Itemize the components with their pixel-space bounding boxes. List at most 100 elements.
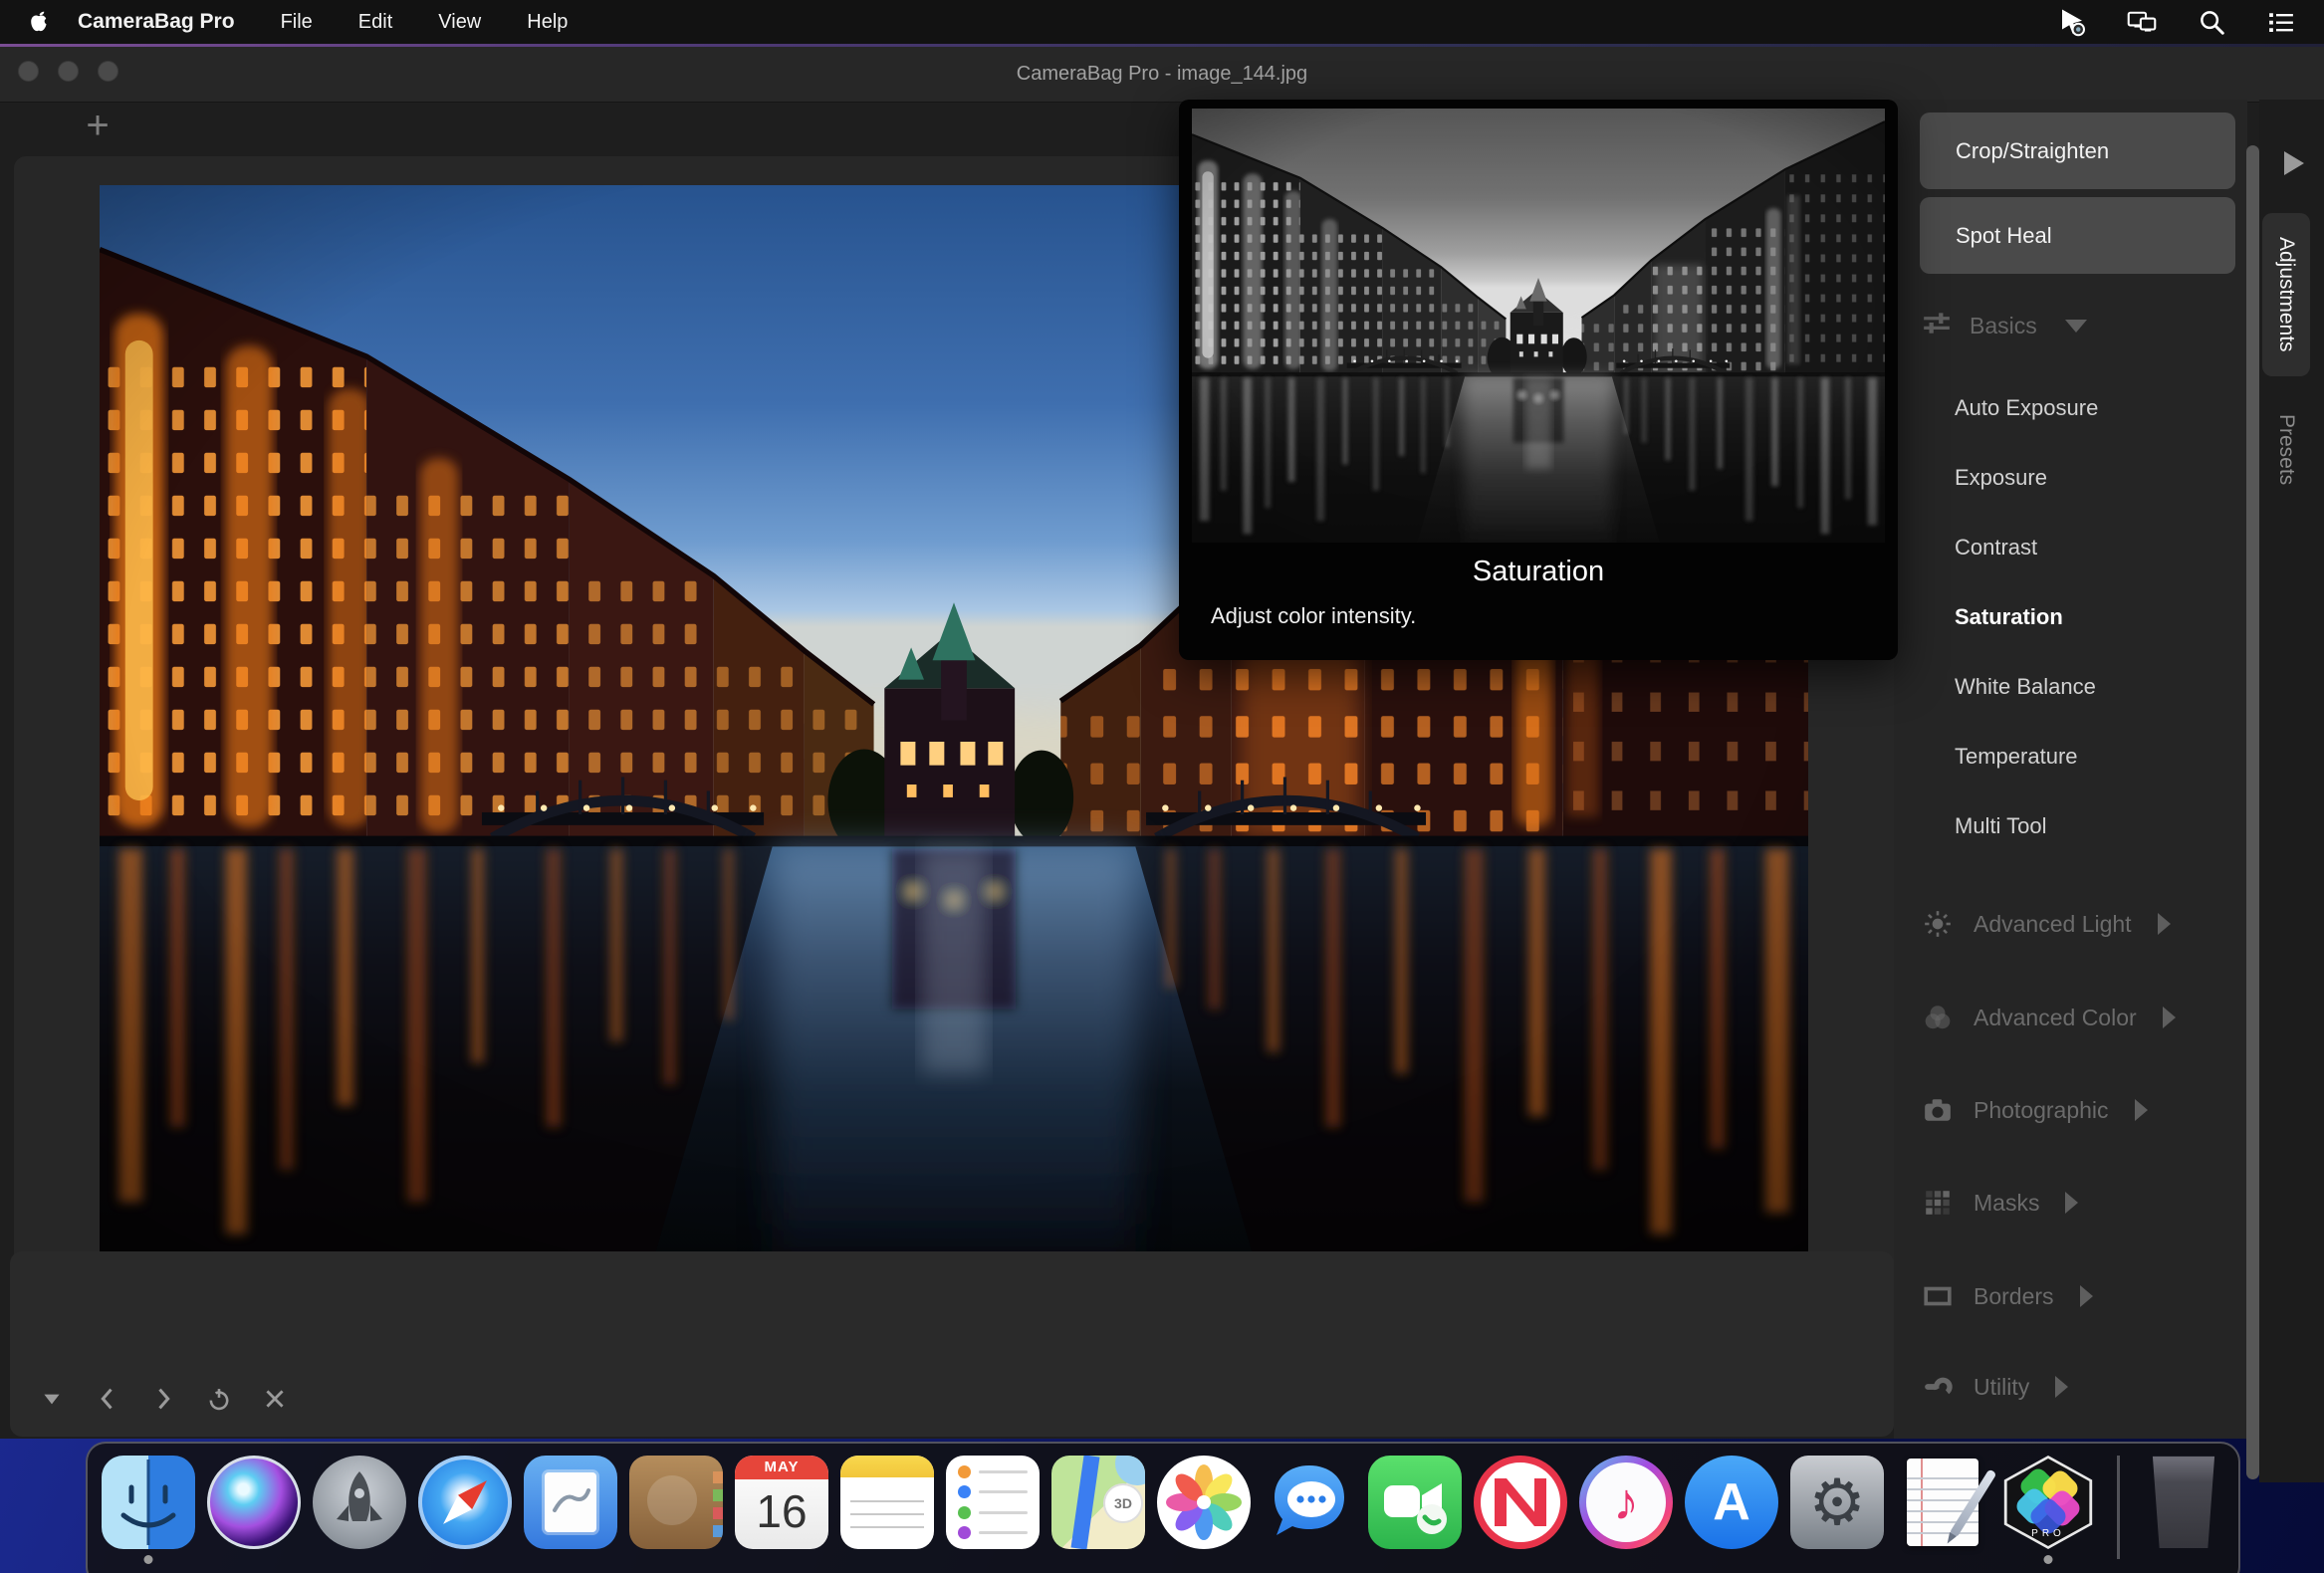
- screencast-cursor-icon[interactable]: [2057, 7, 2087, 37]
- saturation-preview-image: [1192, 109, 1885, 543]
- section-photographic[interactable]: Photographic: [1922, 1075, 2148, 1145]
- trash-icon: [2142, 1454, 2225, 1549]
- collapse-icon[interactable]: [36, 1383, 68, 1415]
- chevron-right-icon: [2079, 1285, 2093, 1307]
- adjustment-item-exposure[interactable]: Exposure: [1955, 443, 2047, 513]
- menu-bar: CameraBag Pro File Edit View Help: [0, 0, 2324, 44]
- camerabag-window: CameraBag Pro - image_144.jpg + Crop/Str…: [0, 44, 2324, 1482]
- chevron-right-icon: [2065, 1192, 2079, 1214]
- adjustments-sidebar: Crop/Straighten Spot Heal Basics Auto Ex: [1894, 100, 2247, 1439]
- maps-3d-badge: 3D: [1103, 1483, 1143, 1523]
- camerabag-pro-icon: PRO: [2001, 1456, 2095, 1549]
- section-advanced-light[interactable]: Advanced Light: [1922, 889, 2171, 959]
- dock-icon-textedit[interactable]: [1896, 1456, 1997, 1549]
- tab-adjustments[interactable]: Adjustments: [2262, 213, 2310, 376]
- checker-icon: [1922, 1187, 1954, 1219]
- apple-menu[interactable]: [26, 9, 52, 35]
- calendar-day: 16: [756, 1485, 808, 1537]
- dock-icon-siri[interactable]: [207, 1456, 301, 1549]
- tab-presets[interactable]: Presets: [2262, 394, 2310, 506]
- close-icon[interactable]: [259, 1383, 291, 1415]
- textedit-icon: [1896, 1456, 1997, 1549]
- dock-icon-music[interactable]: ♪: [1579, 1456, 1673, 1549]
- dock-icon-launchpad[interactable]: [313, 1456, 406, 1549]
- notes-icon: [840, 1456, 934, 1549]
- running-indicator: [143, 1555, 153, 1564]
- dock-icon-reminders[interactable]: [946, 1456, 1040, 1549]
- section-borders[interactable]: Borders: [1922, 1261, 2093, 1331]
- sun-icon: [1922, 908, 1954, 940]
- prev-icon[interactable]: [92, 1383, 123, 1415]
- reminders-icon: [946, 1456, 1040, 1549]
- menu-view[interactable]: View: [438, 11, 481, 34]
- window-title: CameraBag Pro - image_144.jpg: [1016, 63, 1308, 85]
- section-masks[interactable]: Masks: [1922, 1168, 2079, 1237]
- chevron-right-icon: [2134, 1099, 2148, 1121]
- dock-icon-safari[interactable]: [418, 1456, 512, 1549]
- dock-icon-system-preferences[interactable]: ⚙: [1790, 1456, 1884, 1549]
- adjustment-item-white-balance[interactable]: White Balance: [1955, 652, 2096, 722]
- dock-icon-trash[interactable]: [2142, 1456, 2235, 1549]
- add-image-button[interactable]: +: [76, 104, 119, 147]
- dock-icon-maps[interactable]: 3D: [1051, 1456, 1145, 1549]
- menu-app-name[interactable]: CameraBag Pro: [78, 10, 235, 34]
- dock-icon-notes[interactable]: [840, 1456, 934, 1549]
- dock-separator: [2117, 1456, 2120, 1559]
- contacts-icon: [629, 1456, 723, 1549]
- collapse-arrow-icon[interactable]: [2284, 151, 2304, 175]
- calendar-icon: MAY 16: [735, 1456, 828, 1549]
- dock-icon-facetime[interactable]: [1368, 1456, 1462, 1549]
- basics-section-header[interactable]: Basics: [1922, 296, 2087, 355]
- finder-icon: [102, 1456, 195, 1549]
- chevron-right-icon: [2162, 1007, 2176, 1028]
- sidebar-scrollbar[interactable]: [2246, 145, 2259, 1479]
- history-icon[interactable]: [203, 1383, 235, 1415]
- desktop: CameraBag Pro File Edit View Help Camera…: [0, 0, 2324, 1573]
- search-icon[interactable]: [2197, 7, 2226, 37]
- crop-straighten-button[interactable]: Crop/Straighten: [1920, 112, 2235, 189]
- adjustment-item-multi-tool[interactable]: Multi Tool: [1955, 791, 2047, 861]
- news-icon: [1474, 1456, 1567, 1549]
- dock-icon-camerabag-pro[interactable]: PRO: [2001, 1456, 2095, 1564]
- sliders-icon: [1922, 308, 1952, 343]
- messages-icon: [1263, 1456, 1356, 1549]
- spot-heal-label: Spot Heal: [1956, 222, 2052, 248]
- chevron-down-icon: [2064, 319, 2087, 333]
- menu-edit[interactable]: Edit: [358, 11, 392, 34]
- saturation-tooltip: Saturation Adjust color intensity.: [1179, 100, 1898, 660]
- music-icon: ♪: [1579, 1456, 1673, 1549]
- tooltip-description: Adjust color intensity.: [1211, 603, 1417, 628]
- title-bar[interactable]: CameraBag Pro - image_144.jpg: [0, 47, 2324, 103]
- list-icon[interactable]: [2266, 7, 2296, 37]
- camerabag-pro-badge: PRO: [2031, 1528, 2065, 1539]
- dock-icon-contacts[interactable]: [629, 1456, 723, 1549]
- maps-icon: 3D: [1051, 1456, 1145, 1549]
- menu-file[interactable]: File: [281, 11, 313, 34]
- adjustment-item-contrast[interactable]: Contrast: [1955, 513, 2037, 582]
- section-advanced-color[interactable]: Advanced Color: [1922, 983, 2176, 1052]
- dock-icon-news[interactable]: [1474, 1456, 1567, 1549]
- app-store-icon: A: [1685, 1456, 1778, 1549]
- dock-icon-calendar[interactable]: MAY 16: [735, 1456, 828, 1549]
- dock-icon-finder[interactable]: [102, 1456, 195, 1564]
- displays-icon[interactable]: [2127, 7, 2157, 37]
- dock-icon-photos[interactable]: [1157, 1456, 1251, 1549]
- adjustment-item-saturation[interactable]: Saturation: [1955, 582, 2063, 652]
- adjustment-item-temperature[interactable]: Temperature: [1955, 722, 2078, 791]
- filmstrip-panel: [10, 1251, 1894, 1437]
- menu-help[interactable]: Help: [527, 11, 568, 34]
- photos-icon: [1157, 1456, 1251, 1549]
- apple-icon: [31, 11, 50, 32]
- running-indicator: [2043, 1555, 2053, 1564]
- section-utility[interactable]: Utility: [1922, 1352, 2069, 1422]
- venn-icon: [1922, 1002, 1954, 1033]
- next-icon[interactable]: [147, 1383, 179, 1415]
- menu-bar-status-icons: [2057, 7, 2296, 37]
- dock-icon-messages[interactable]: [1263, 1456, 1356, 1549]
- adjustment-item-auto-exposure[interactable]: Auto Exposure: [1955, 373, 2098, 443]
- mail-icon: [524, 1456, 617, 1549]
- spot-heal-button[interactable]: Spot Heal: [1920, 197, 2235, 274]
- dock-icon-app-store[interactable]: A: [1685, 1456, 1778, 1549]
- dock-icon-mail[interactable]: [524, 1456, 617, 1549]
- launchpad-icon: [313, 1456, 406, 1549]
